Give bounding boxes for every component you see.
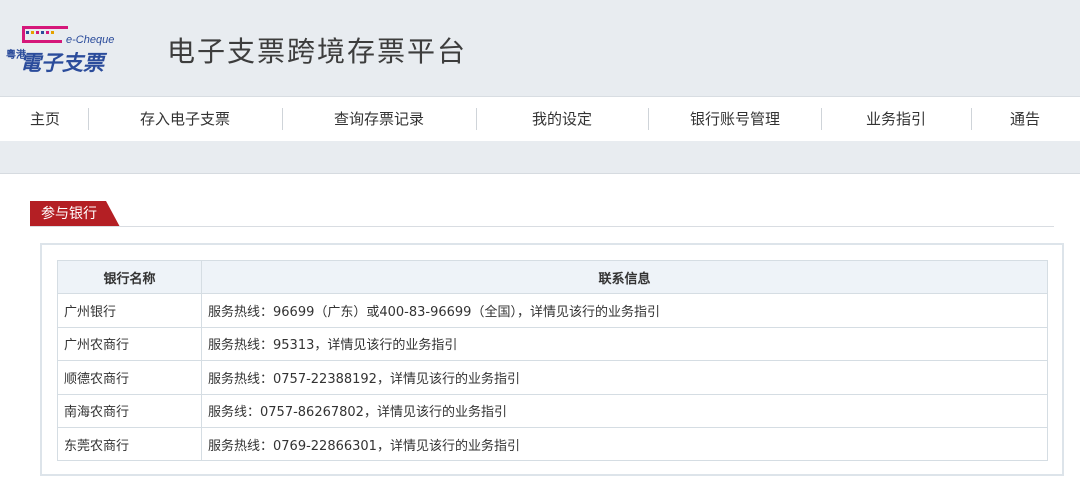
nav-my-settings[interactable]: 我的设定 [498, 97, 626, 142]
main-nav: 主页 存入电子支票 查询存票记录 我的设定 银行账号管理 业务指引 通告 [0, 96, 1080, 141]
section-divider [30, 226, 1054, 227]
nav-deposit-echeque[interactable]: 存入电子支票 [110, 97, 260, 142]
table-row: 南海农商行 服务线：0757-86267802，详情见该行的业务指引 [57, 393, 1048, 428]
logo-text: 電子支票 [20, 51, 108, 75]
bank-name-cell: 广州农商行 [57, 326, 202, 362]
subheader-band [0, 141, 1080, 174]
table-row: 广州银行 服务热线：96699（广东）或400-83-96699（全国），详情见… [57, 293, 1048, 328]
bank-name-cell: 东莞农商行 [57, 426, 202, 462]
bank-name-cell: 南海农商行 [57, 393, 202, 428]
table-row: 广州农商行 服务热线：95313，详情见该行的业务指引 [57, 326, 1048, 362]
nav-announcements[interactable]: 通告 [985, 97, 1065, 142]
banks-panel: 银行名称 联系信息 广州银行 服务热线：96699（广东）或400-83-966… [40, 243, 1064, 476]
contact-info-cell: 服务热线：0769-22866301，详情见该行的业务指引 [201, 426, 1048, 462]
section-title: 参与银行 [41, 206, 97, 222]
page-title: 电子支票跨境存票平台 [167, 35, 468, 68]
nav-business-guide[interactable]: 业务指引 [836, 97, 956, 142]
table-row: 顺德农商行 服务热线：0757-22388192，详情见该行的业务指引 [57, 360, 1048, 395]
nav-bank-account-management[interactable]: 银行账号管理 [665, 97, 805, 142]
nav-divider [971, 108, 972, 130]
contact-info-cell: 服务热线：0757-22388192，详情见该行的业务指引 [201, 360, 1048, 395]
nav-divider [821, 108, 822, 130]
nav-query-deposit-records[interactable]: 查询存票记录 [304, 97, 454, 142]
column-header-bank-name: 银行名称 [57, 259, 202, 295]
nav-divider [648, 108, 649, 130]
table-row: 东莞农商行 服务热线：0769-22866301，详情见该行的业务指引 [57, 426, 1048, 462]
section-tab: 参与银行 [30, 201, 120, 227]
table-header-row: 银行名称 联系信息 [57, 259, 1048, 295]
nav-divider [282, 108, 283, 130]
participating-banks-table: 银行名称 联系信息 广州银行 服务热线：96699（广东）或400-83-966… [57, 259, 1048, 462]
contact-info-cell: 服务线：0757-86267802，详情见该行的业务指引 [201, 393, 1048, 428]
nav-home[interactable]: 主页 [15, 97, 75, 142]
column-header-contact-info: 联系信息 [201, 259, 1048, 295]
bank-name-cell: 广州银行 [57, 293, 202, 328]
contact-info-cell: 服务热线：96699（广东）或400-83-96699（全国），详情见该行的业务… [201, 293, 1048, 328]
bank-name-cell: 顺德农商行 [57, 360, 202, 395]
echeque-logo[interactable]: 粵港 e-Cheque 電子支票 [6, 22, 116, 78]
nav-divider [476, 108, 477, 130]
logo-english-text: e-Cheque [66, 34, 114, 46]
contact-info-cell: 服务热线：95313，详情见该行的业务指引 [201, 326, 1048, 362]
nav-divider [88, 108, 89, 130]
site-header: 粵港 e-Cheque 電子支票 电子支票跨境存票平台 [0, 0, 1080, 96]
